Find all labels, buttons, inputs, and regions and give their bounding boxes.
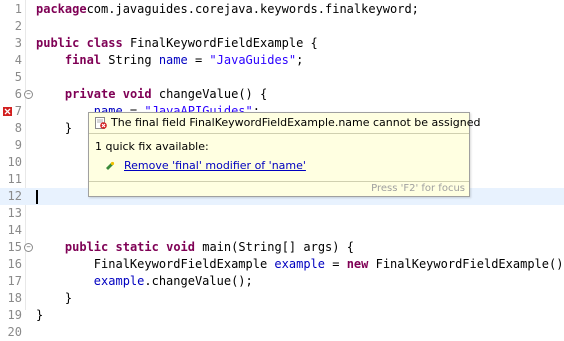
code-text[interactable]: FinalKeywordFieldExample example = new F…	[36, 256, 564, 273]
code-text[interactable]: packagecom.javaguides.corejava.keywords.…	[36, 1, 419, 18]
code-token: new	[346, 257, 369, 271]
code-token: example	[93, 274, 145, 288]
code-token: "JavaGuides"	[209, 53, 297, 67]
line-number: 14	[7, 223, 22, 237]
code-token: final	[64, 53, 102, 67]
line-number: 1	[14, 2, 22, 16]
code-token: }	[36, 121, 73, 135]
code-token: package	[36, 2, 87, 16]
code-token: ;	[296, 53, 304, 67]
line-number: 10	[7, 155, 22, 169]
line-number: 2	[14, 19, 22, 33]
line-number: 15	[7, 240, 22, 254]
code-text[interactable]: }	[36, 120, 72, 137]
line-number: 5	[14, 70, 22, 84]
line-number: 6	[14, 87, 22, 101]
code-line[interactable]: 6− private void changeValue() {	[0, 86, 564, 103]
code-token: private	[64, 87, 116, 101]
code-line[interactable]: 17 example.changeValue();	[0, 273, 564, 290]
line-number: 3	[14, 36, 22, 50]
fold-toggle-icon[interactable]: −	[24, 90, 33, 99]
code-token: name	[158, 53, 188, 67]
code-token: }	[36, 291, 73, 305]
line-number: 20	[7, 325, 22, 339]
line-number: 11	[7, 172, 22, 186]
code-token: FinalKeywordFieldExample {	[122, 36, 318, 50]
code-line[interactable]: 18 }	[0, 290, 564, 307]
quick-fix-link[interactable]: Remove 'final' modifier of 'name'	[124, 159, 306, 173]
quick-fix-icon	[106, 161, 115, 170]
code-token: static	[115, 240, 159, 254]
code-text[interactable]: public static void main(String[] args) {	[36, 239, 354, 256]
code-text[interactable]	[36, 188, 38, 205]
line-number: 13	[7, 206, 22, 220]
code-token: public	[64, 240, 109, 254]
code-line[interactable]: 2	[0, 18, 564, 35]
code-line[interactable]: 4 final String name = "JavaGuides";	[0, 52, 564, 69]
hover-title-bar: The final field FinalKeywordFieldExample…	[89, 113, 481, 134]
code-token: public	[36, 36, 80, 50]
code-token: FinalKeywordFieldExample	[36, 257, 275, 271]
code-token: com.javaguides.corejava.keywords.finalke…	[86, 2, 419, 16]
code-line[interactable]: 13	[0, 205, 564, 222]
code-text[interactable]: public class FinalKeywordFieldExample {	[36, 35, 318, 52]
code-token: =	[325, 257, 347, 271]
code-line[interactable]: 15− public static void main(String[] arg…	[0, 239, 564, 256]
code-token: class	[86, 36, 123, 50]
error-icon	[95, 117, 107, 129]
code-token: .changeValue();	[144, 274, 253, 288]
code-token: changeValue() {	[151, 87, 268, 101]
hover-footer: Press 'F2' for focus	[89, 181, 469, 196]
code-token: String	[101, 53, 159, 67]
code-text[interactable]: example.changeValue();	[36, 273, 253, 290]
code-line[interactable]: 5	[0, 69, 564, 86]
code-line[interactable]: 14	[0, 222, 564, 239]
code-token: =	[187, 53, 210, 67]
error-marker-icon[interactable]	[3, 107, 12, 116]
focus-hint: Press 'F2' for focus	[371, 183, 465, 194]
text-caret	[36, 189, 38, 204]
problem-hover-popup[interactable]: The final field FinalKeywordFieldExample…	[88, 112, 481, 197]
line-number: 12	[7, 189, 22, 203]
hover-subtitle: 1 quick fix available:	[95, 140, 209, 153]
code-line[interactable]: 16 FinalKeywordFieldExample example = ne…	[0, 256, 564, 273]
line-number: 17	[7, 274, 22, 288]
code-token: main(String[] args) {	[195, 240, 354, 254]
line-number: 18	[7, 291, 22, 305]
line-number: 8	[14, 121, 22, 135]
code-token: void	[122, 87, 152, 101]
code-line[interactable]: 3 public class FinalKeywordFieldExample {	[0, 35, 564, 52]
code-line[interactable]: 1 packagecom.javaguides.corejava.keywords…	[0, 1, 564, 18]
code-token: FinalKeywordFieldExample();	[368, 257, 564, 271]
line-number: 4	[14, 53, 22, 67]
line-number: 9	[14, 138, 22, 152]
hover-title-text: The final field FinalKeywordFieldExample…	[111, 116, 481, 129]
code-token: }	[36, 308, 44, 322]
fold-toggle-icon[interactable]: −	[24, 243, 33, 252]
code-token: void	[166, 240, 195, 254]
code-token: example	[274, 257, 325, 271]
code-line[interactable]: 20	[0, 324, 564, 341]
line-number: 16	[7, 257, 22, 271]
code-text[interactable]: }	[36, 290, 72, 307]
code-text[interactable]: private void changeValue() {	[36, 86, 267, 103]
code-text[interactable]: final String name = "JavaGuides";	[36, 52, 303, 69]
